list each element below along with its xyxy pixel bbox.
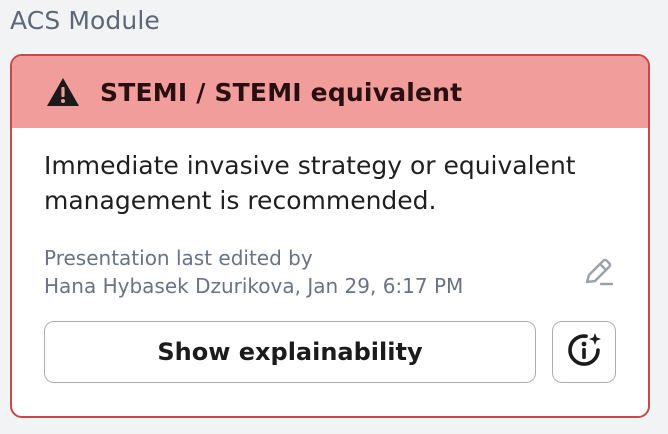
alert-header: STEMI / STEMI equivalent (12, 56, 648, 128)
edit-metadata: Presentation last edited by Hana Hybasek… (44, 244, 463, 300)
info-sparkle-icon (564, 330, 604, 374)
pencil-icon (581, 255, 615, 293)
edit-presentation-button[interactable] (580, 256, 616, 292)
edited-by-label: Presentation last edited by (44, 246, 313, 270)
module-title: ACS Module (10, 6, 160, 35)
editor-name-timestamp: Hana Hybasek Dzurikova, Jan 29, 6:17 PM (44, 274, 464, 298)
alert-title: STEMI / STEMI equivalent (100, 77, 463, 107)
warning-triangle-icon (46, 77, 80, 107)
acs-alert-card: STEMI / STEMI equivalent Immediate invas… (10, 54, 650, 418)
recommendation-message: Immediate invasive strategy or equivalen… (44, 151, 576, 215)
info-button[interactable] (552, 321, 616, 383)
show-explainability-button[interactable]: Show explainability (44, 321, 536, 383)
